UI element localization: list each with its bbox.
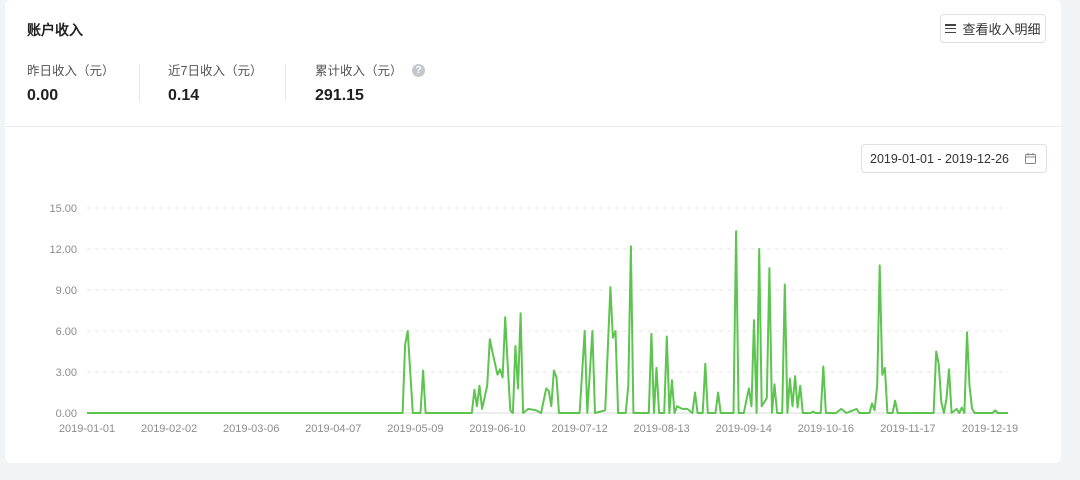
stat-yesterday: 昨日收入（元） 0.00: [27, 60, 115, 105]
calendar-icon: [1025, 153, 1036, 164]
x-tick-label: 2019-09-14: [716, 423, 772, 435]
x-tick-label: 2019-06-10: [469, 423, 525, 435]
stat-yesterday-value: 0.00: [27, 87, 59, 104]
y-tick-label: 6.00: [56, 326, 77, 338]
question-circle-icon[interactable]: ?: [412, 64, 425, 77]
income-panel: 账户收入 查看收入明细 昨日收入（元） 0.00 近7日收入（元） 0.14 累…: [5, 0, 1061, 463]
y-tick-label: 3.00: [56, 367, 77, 379]
stat-last-7-days-value: 0.14: [168, 87, 200, 104]
date-range-value: 2019-01-01 - 2019-12-26: [870, 151, 1009, 166]
view-income-detail-label: 查看收入明细: [962, 22, 1041, 37]
stat-total-value: 291.15: [315, 87, 364, 104]
y-tick-label: 9.00: [56, 285, 77, 297]
date-range-picker[interactable]: 2019-01-01 - 2019-12-26: [861, 144, 1047, 173]
x-axis: 2019-01-01 2019-02-02 2019-03-06 2019-04-07…: [59, 423, 1018, 435]
income-series-line: [87, 230, 1008, 414]
chart-grid: [87, 207, 1008, 414]
x-tick-label: 2019-12-19: [962, 423, 1018, 435]
stat-total: 累计收入（元） 291.15: [315, 60, 403, 105]
x-tick-label: 2019-04-07: [305, 423, 361, 435]
x-tick-label: 2019-07-12: [551, 423, 607, 435]
x-tick-label: 2019-10-16: [798, 423, 854, 435]
stat-last-7-days-label: 近7日收入（元）: [168, 64, 263, 78]
stat-total-label: 累计收入（元）: [315, 64, 403, 78]
panel-title: 账户收入: [27, 22, 83, 38]
stat-yesterday-label: 昨日收入（元）: [27, 64, 115, 78]
stat-divider: [285, 64, 286, 102]
x-tick-label: 2019-03-06: [223, 423, 279, 435]
y-tick-label: 12.00: [49, 244, 77, 256]
x-tick-label: 2019-05-09: [387, 423, 443, 435]
y-tick-label: 0.00: [56, 408, 77, 420]
x-tick-label: 2019-08-13: [634, 423, 690, 435]
stat-divider: [139, 64, 140, 102]
x-tick-label: 2019-11-17: [880, 423, 935, 435]
income-line-chart: 0.003.006.009.0012.0015.00 2019-01-01 201…: [49, 203, 1018, 435]
stat-last-7-days: 近7日收入（元） 0.14: [168, 60, 262, 105]
y-tick-label: 15.00: [49, 203, 77, 215]
x-tick-label: 2019-02-02: [141, 423, 197, 435]
x-tick-label: 2019-01-01: [59, 423, 115, 435]
y-axis: 0.00 3.00 6.00 9.00 12.00 15.00: [49, 203, 77, 420]
section-divider: [5, 126, 1061, 127]
list-icon: [945, 24, 957, 33]
view-income-detail-button[interactable]: 查看收入明细: [940, 14, 1046, 43]
